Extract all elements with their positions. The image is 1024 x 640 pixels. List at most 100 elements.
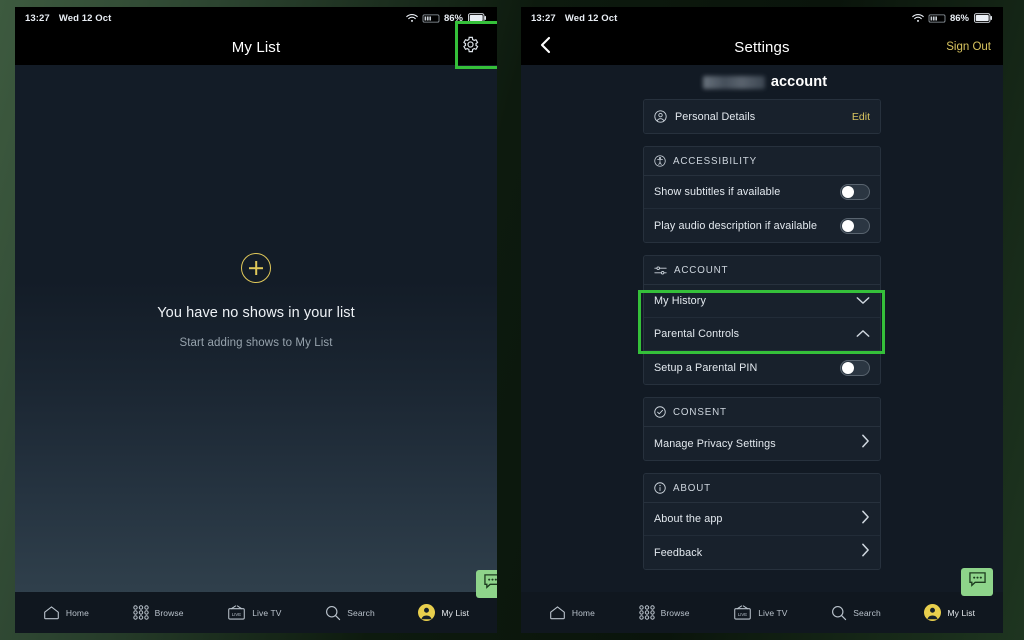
section-label: ACCOUNT (674, 264, 729, 276)
section-header-about: ABOUT (644, 474, 880, 503)
chat-bubble-icon (968, 571, 987, 593)
avatar-icon (418, 604, 436, 621)
row-feedback[interactable]: Feedback (644, 536, 880, 569)
tab-search[interactable]: Search (831, 605, 881, 621)
svg-text:LIVE: LIVE (232, 611, 241, 616)
tab-my-list-label: My List (441, 607, 470, 618)
edit-link[interactable]: Edit (852, 111, 870, 123)
tab-search[interactable]: Search (325, 605, 375, 621)
row-personal-details[interactable]: Personal Details Edit (644, 100, 880, 133)
row-about-the-app[interactable]: About the app (644, 503, 880, 536)
chevron-right-icon (861, 510, 870, 529)
tab-browse-label: Browse (660, 607, 690, 618)
row-label: Manage Privacy Settings (654, 437, 776, 450)
tab-home[interactable]: Home (549, 605, 595, 620)
row-audio-description[interactable]: Play audio description if available (644, 209, 880, 242)
tab-home[interactable]: Home (43, 605, 89, 620)
tab-my-list[interactable]: My List (418, 604, 469, 621)
avatar-icon (924, 604, 942, 621)
wifi-icon (912, 13, 924, 23)
tab-browse[interactable]: Browse (132, 605, 184, 620)
row-setup-parental-pin[interactable]: Setup a Parental PIN (644, 351, 880, 384)
tab-my-list[interactable]: My List (924, 604, 975, 621)
status-date: Wed 12 Oct (58, 12, 112, 24)
person-circle-icon (654, 110, 667, 123)
info-circle-icon (654, 482, 666, 494)
row-label: Play audio description if available (654, 219, 818, 232)
row-label: Setup a Parental PIN (654, 361, 758, 374)
chat-bubble-icon (483, 573, 497, 595)
gear-icon (461, 35, 480, 59)
home-icon (549, 605, 566, 620)
toggle-parental-pin[interactable] (840, 359, 870, 376)
row-label: Feedback (654, 546, 703, 559)
toggle-audio-description[interactable] (840, 217, 870, 234)
tab-live-tv[interactable]: LIVE Live TV (733, 604, 788, 621)
row-my-history[interactable]: My History (644, 285, 880, 318)
account-heading: account (521, 65, 1003, 99)
tab-home-label: Home (65, 607, 89, 618)
status-date: Wed 12 Oct (564, 12, 618, 24)
cellular-signal-icon (928, 14, 946, 23)
my-list-empty-body: You have no shows in your list Start add… (15, 65, 497, 633)
back-button[interactable] (533, 34, 559, 60)
section-label: ACCESSIBILITY (673, 155, 758, 167)
chevron-up-icon (856, 325, 870, 343)
wifi-icon (406, 13, 418, 23)
redacted-account-name (702, 75, 765, 89)
search-icon (831, 605, 847, 621)
empty-state-subtext: Start adding shows to My List (179, 337, 333, 349)
battery-percent: 86% (443, 12, 463, 24)
settings-scroll-area[interactable]: account Personal Details Edit ACCESSIBIL… (521, 65, 1003, 611)
status-bar-right: 13:27 Wed 12 Oct 86% (521, 7, 1003, 29)
tab-live-tv[interactable]: LIVE Live TV (227, 604, 281, 621)
section-consent: CONSENT Manage Privacy Settings (643, 397, 881, 461)
svg-text:LIVE: LIVE (738, 611, 747, 616)
sign-out-button[interactable]: Sign Out (946, 41, 991, 53)
row-label: Personal Details (675, 110, 756, 123)
settings-gear-button[interactable] (455, 32, 485, 62)
tab-live-tv-label: Live TV (758, 607, 788, 618)
status-bar-left: 13:27 Wed 12 Oct 86% (15, 7, 497, 29)
chevron-left-icon (539, 36, 553, 59)
live-tv-icon: LIVE (733, 604, 752, 621)
toggle-show-subtitles[interactable] (840, 184, 870, 200)
row-manage-privacy-settings[interactable]: Manage Privacy Settings (644, 427, 880, 460)
row-parental-controls[interactable]: Parental Controls (644, 318, 880, 351)
live-tv-icon: LIVE (227, 604, 246, 621)
plus-circle-icon[interactable] (241, 253, 271, 283)
page-title: Settings (734, 38, 790, 56)
left-phone-screen: 13:27 Wed 12 Oct 86% My List You have no… (15, 7, 497, 633)
section-personal: Personal Details Edit (643, 99, 881, 134)
section-label: CONSENT (673, 406, 727, 418)
empty-state: You have no shows in your list Start add… (15, 253, 497, 349)
home-icon (43, 605, 60, 620)
section-account: ACCOUNT My History Parental Controls Set… (643, 255, 881, 385)
tab-my-list-label: My List (947, 607, 976, 618)
chevron-down-icon (856, 292, 870, 310)
battery-percent: 86% (949, 12, 969, 24)
empty-state-heading: You have no shows in your list (157, 305, 355, 321)
toggle-knob (842, 186, 854, 198)
row-show-subtitles[interactable]: Show subtitles if available (644, 176, 880, 209)
search-icon (325, 605, 341, 621)
chat-support-fab-right[interactable] (961, 568, 993, 596)
tab-browse[interactable]: Browse (638, 605, 690, 620)
sliders-icon (654, 265, 667, 276)
status-time: 13:27 (25, 12, 50, 24)
screenshot-root: 13:27 Wed 12 Oct 86% My List You have no… (0, 0, 1024, 640)
tab-search-label: Search (347, 607, 375, 618)
row-label: About the app (654, 513, 723, 525)
section-accessibility: ACCESSIBILITY Show subtitles if availabl… (643, 146, 881, 243)
tab-home-label: Home (571, 607, 595, 618)
section-about: ABOUT About the app Feedback (643, 473, 881, 570)
chevron-right-icon (861, 543, 870, 562)
section-header-consent: CONSENT (644, 398, 880, 427)
chat-support-fab-left[interactable] (476, 570, 497, 598)
section-label: ABOUT (673, 482, 711, 494)
battery-icon (974, 13, 993, 23)
cellular-signal-icon (422, 14, 440, 23)
right-title-bar: Settings Sign Out (521, 29, 1003, 65)
settings-body: account Personal Details Edit ACCESSIBIL… (521, 65, 1003, 633)
grid-dots-icon (638, 605, 655, 620)
